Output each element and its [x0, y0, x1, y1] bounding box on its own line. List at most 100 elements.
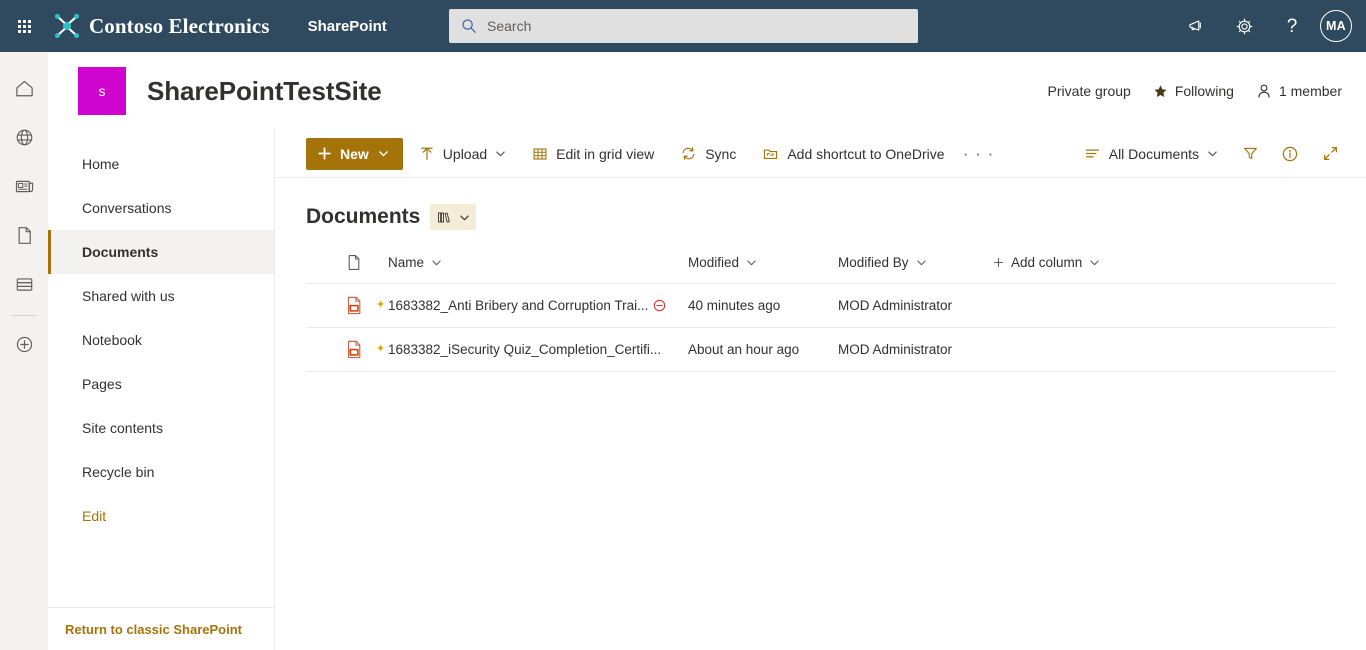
table-row[interactable]: ✦ 1683382_Anti Bribery and Corruption Tr… — [306, 284, 1335, 328]
waffle-icon — [17, 19, 31, 33]
star-icon — [1154, 84, 1167, 97]
plus-icon — [318, 147, 331, 160]
news-icon[interactable] — [0, 162, 48, 211]
page-title[interactable]: SharePointTestSite — [147, 76, 382, 107]
sidebar-item-notebook[interactable]: Notebook — [48, 318, 274, 362]
file-icon-cell: ✦ — [346, 296, 388, 315]
new-button-label: New — [340, 145, 369, 162]
expand-diagonal-icon — [1323, 147, 1337, 160]
sync-label: Sync — [705, 145, 737, 162]
modified-by-cell: MOD Administrator — [838, 298, 953, 313]
sidebar-item-label: Conversations — [82, 200, 172, 216]
add-shortcut-label: Add shortcut to OneDrive — [787, 145, 945, 162]
new-item-indicator: ✦ — [376, 343, 386, 355]
grid-icon — [532, 146, 548, 162]
modified-by-cell: MOD Administrator — [838, 342, 953, 357]
document-icon[interactable] — [0, 211, 48, 260]
info-icon — [1282, 146, 1298, 161]
filter-button[interactable] — [1232, 136, 1268, 172]
add-column-button[interactable]: Add column — [993, 255, 1153, 270]
upload-button[interactable]: Upload — [409, 134, 516, 174]
column-header-name[interactable]: Name — [388, 255, 688, 270]
site-header-actions: Private group Following 1 member — [1048, 83, 1342, 99]
chevron-down-icon — [432, 260, 441, 266]
privacy-label: Private group — [1047, 83, 1131, 99]
documents-table: Name Modified Modified By Add column ✦ 1… — [275, 242, 1366, 372]
chevron-down-icon — [495, 148, 506, 159]
plus-icon — [993, 257, 1004, 268]
pdf-file-icon — [348, 340, 361, 359]
file-name-cell[interactable]: 1683382_Anti Bribery and Corruption Trai… — [388, 298, 688, 313]
expand-button[interactable] — [1312, 136, 1348, 172]
modified-cell: 40 minutes ago — [688, 298, 781, 313]
site-logo[interactable]: s — [78, 67, 126, 115]
main-content: New Upload Edit in grid view Sync Add sh… — [275, 130, 1366, 650]
sidebar-item-documents[interactable]: Documents — [48, 230, 274, 274]
table-row[interactable]: ✦ 1683382_iSecurity Quiz_Completion_Cert… — [306, 328, 1335, 372]
details-info-button[interactable] — [1272, 136, 1308, 172]
overflow-menu-button[interactable]: · · · — [961, 134, 997, 174]
command-bar: New Upload Edit in grid view Sync Add sh… — [275, 130, 1366, 178]
sidebar-item-edit[interactable]: Edit — [48, 494, 274, 538]
sidebar-item-conversations[interactable]: Conversations — [48, 186, 274, 230]
edit-in-grid-view-button[interactable]: Edit in grid view — [522, 134, 664, 174]
sync-icon — [680, 145, 697, 162]
following-button[interactable]: Following — [1153, 83, 1234, 99]
suite-header: Contoso Electronics SharePoint Search ? … — [0, 0, 1366, 52]
person-icon — [1258, 84, 1270, 98]
members-button[interactable]: 1 member — [1256, 83, 1342, 99]
search-box[interactable] — [449, 9, 918, 43]
list-header: Documents — [275, 178, 1366, 242]
app-launcher-button[interactable] — [0, 0, 48, 52]
sidebar-item-site-contents[interactable]: Site contents — [48, 406, 274, 450]
sidebar-item-label: Documents — [82, 244, 159, 260]
new-button[interactable]: New — [306, 137, 403, 170]
column-header-modified[interactable]: Modified — [688, 255, 838, 270]
sidebar-item-label: Edit — [82, 508, 107, 524]
sidebar-item-label: Notebook — [82, 332, 142, 348]
view-label: All Documents — [1108, 145, 1199, 162]
library-icon — [438, 212, 451, 223]
column-label: Modified — [688, 255, 740, 270]
chevron-down-icon — [916, 260, 926, 266]
list-view-icon — [1084, 145, 1101, 162]
sharepoint-page: Contoso Electronics SharePoint Search ? … — [0, 0, 1366, 650]
brand-link[interactable]: Contoso Electronics — [54, 13, 270, 39]
members-label: 1 member — [1278, 83, 1342, 99]
file-name-cell[interactable]: 1683382_iSecurity Quiz_Completion_Certif… — [388, 342, 688, 357]
modified-cell: About an hour ago — [688, 342, 800, 357]
sidebar-item-label: Shared with us — [82, 288, 175, 304]
suite-actions: ? MA — [1172, 0, 1358, 52]
nav-footer: Return to classic SharePoint — [48, 607, 275, 650]
onedrive-shortcut-icon — [762, 145, 779, 162]
view-switch-button[interactable] — [430, 204, 477, 230]
create-icon[interactable] — [0, 320, 48, 369]
sidebar-item-home[interactable]: Home — [48, 142, 274, 186]
add-shortcut-to-onedrive-button[interactable]: Add shortcut to OneDrive — [752, 134, 954, 174]
sidebar-item-label: Recycle bin — [82, 464, 155, 480]
return-to-classic-link[interactable]: Return to classic SharePoint — [65, 622, 242, 637]
edit-grid-label: Edit in grid view — [556, 145, 655, 162]
globe-icon[interactable] — [0, 113, 48, 162]
column-header-modified-by[interactable]: Modified By — [838, 255, 993, 270]
chevron-down-icon — [1207, 148, 1218, 159]
help-icon[interactable]: ? — [1268, 0, 1316, 52]
upload-icon — [419, 146, 435, 162]
home-icon[interactable] — [0, 64, 48, 113]
file-type-column-icon — [346, 254, 388, 271]
new-item-indicator: ✦ — [376, 299, 386, 311]
lists-icon[interactable] — [0, 260, 48, 309]
sidebar-item-recycle-bin[interactable]: Recycle bin — [48, 450, 274, 494]
suite-app-name[interactable]: SharePoint — [308, 18, 387, 35]
sidebar-item-pages[interactable]: Pages — [48, 362, 274, 406]
sidebar-item-shared-with-us[interactable]: Shared with us — [48, 274, 274, 318]
avatar[interactable]: MA — [1320, 10, 1352, 42]
sync-button[interactable]: Sync — [670, 134, 746, 174]
megaphone-icon[interactable] — [1172, 0, 1220, 52]
sidebar-item-label: Site contents — [82, 420, 163, 436]
chevron-down-icon — [460, 214, 470, 220]
sidebar-item-label: Pages — [82, 376, 122, 392]
gear-icon[interactable] — [1220, 0, 1268, 52]
view-selector-button[interactable]: All Documents — [1074, 134, 1228, 174]
search-input[interactable] — [487, 18, 887, 34]
